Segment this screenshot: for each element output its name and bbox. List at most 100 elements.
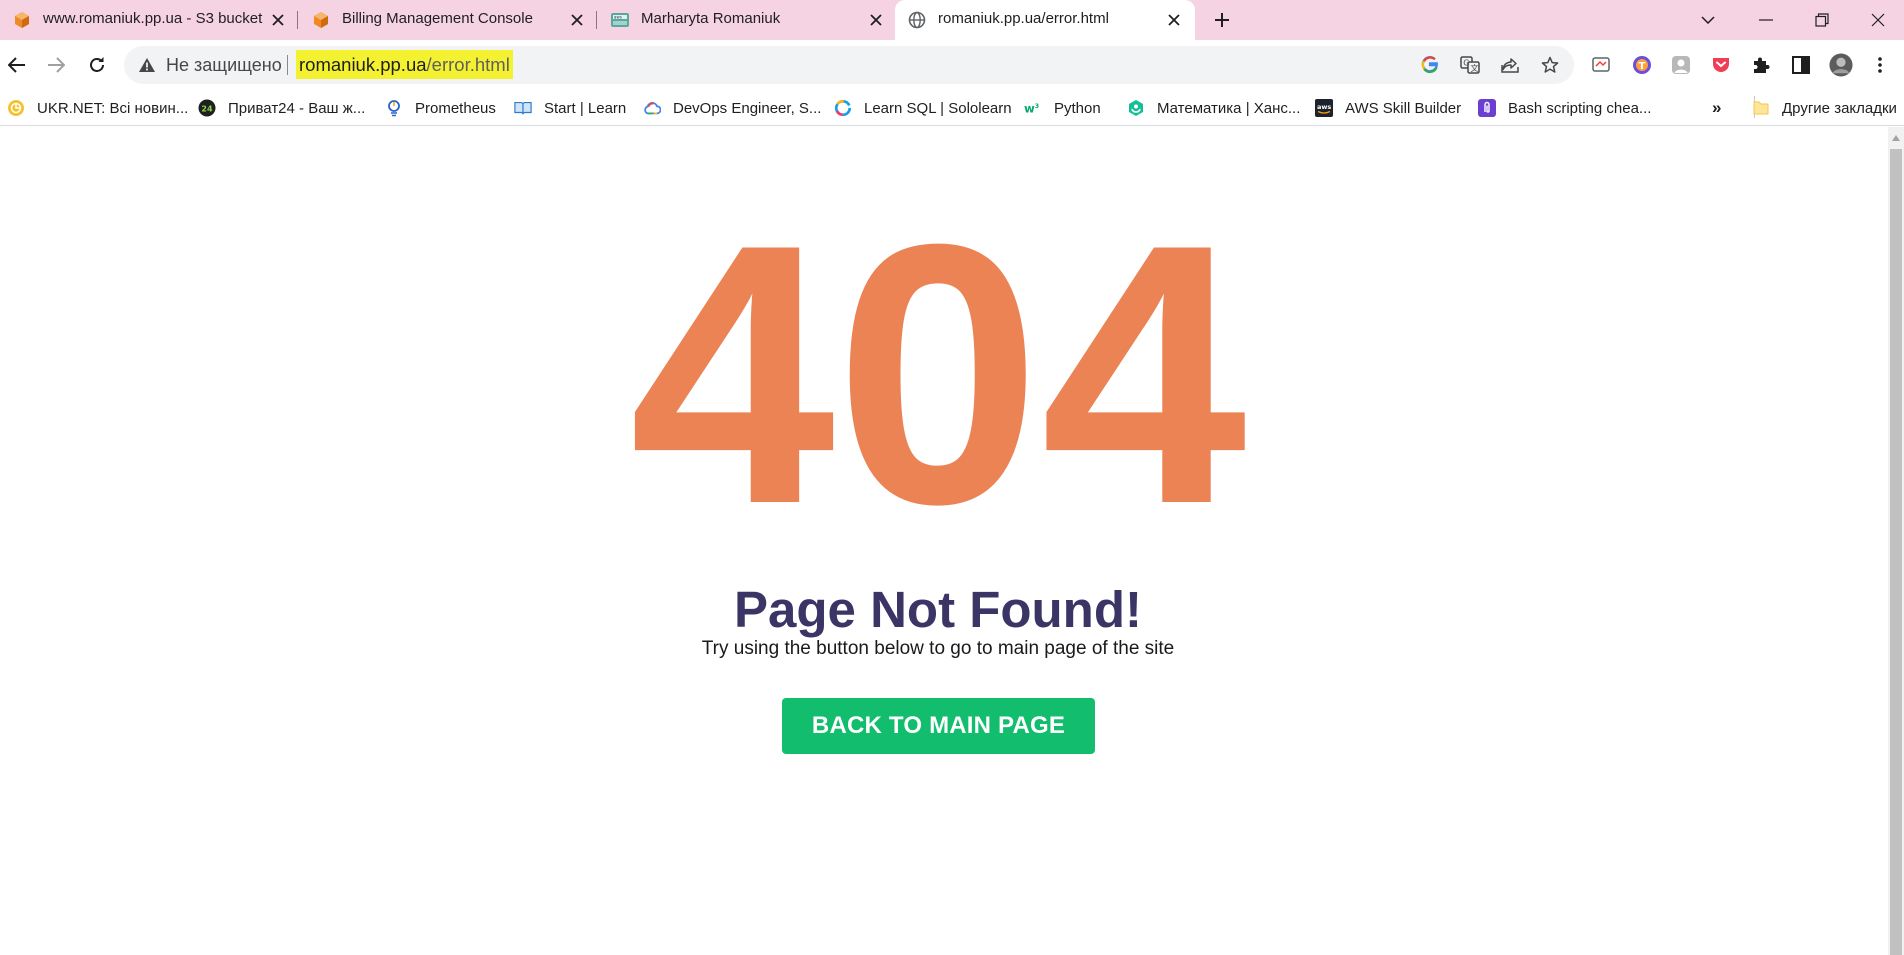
bookmark-python[interactable]: w3 Python	[1024, 95, 1101, 121]
bookmark-prometheus[interactable]: Prometheus	[385, 95, 496, 121]
address-bar[interactable]: Не защищено romaniuk.pp.ua/error.html G文	[124, 46, 1574, 84]
tab-separator	[297, 11, 298, 29]
bookmark-khan[interactable]: Математика | Ханс...	[1127, 95, 1300, 121]
bookmark-label: Python	[1054, 99, 1101, 117]
other-bookmarks-label: Другие закладки	[1782, 99, 1897, 117]
aws-training-icon: aws	[610, 10, 630, 30]
bookmark-label: Prometheus	[415, 99, 496, 117]
bookmark-label: Learn SQL | Sololearn	[864, 99, 1012, 117]
close-tab-icon[interactable]	[268, 10, 288, 30]
scroll-thumb[interactable]	[1890, 149, 1902, 955]
bookmark-ukrnet[interactable]: UKR.NET: Всі новин...	[7, 95, 188, 121]
avatar[interactable]	[1829, 53, 1853, 77]
close-window-button[interactable]	[1854, 0, 1902, 40]
other-bookmarks-folder[interactable]: Другие закладки	[1752, 95, 1897, 121]
tab-title: romaniuk.pp.ua/error.html	[938, 10, 1109, 27]
bookmark-label: Start | Learn	[544, 99, 627, 117]
tab-search-button[interactable]	[1684, 0, 1732, 40]
arrow-left-icon	[8, 57, 25, 73]
svg-text:T: T	[1639, 61, 1646, 72]
forward-button[interactable]	[42, 51, 70, 79]
plus-icon	[1215, 13, 1229, 27]
tab-billing[interactable]: Billing Management Console	[299, 0, 595, 40]
url-text[interactable]: romaniuk.pp.ua/error.html	[296, 50, 513, 79]
khan-academy-icon	[1127, 99, 1145, 117]
bookmark-label: DevOps Engineer, S...	[673, 99, 822, 117]
bookmark-label: AWS Skill Builder	[1345, 99, 1462, 117]
clip-icon	[1478, 99, 1496, 117]
bookmark-label: Bash scripting chea...	[1508, 99, 1652, 117]
svg-text:w: w	[1024, 102, 1035, 116]
profile-extension-icon[interactable]	[1669, 53, 1693, 77]
aws-icon: aws	[1315, 99, 1333, 117]
tab-error-page[interactable]: romaniuk.pp.ua/error.html	[895, 0, 1195, 40]
bookmarks-overflow-button[interactable]: »	[1712, 95, 1721, 121]
svg-text:aws: aws	[1317, 103, 1331, 111]
grammar-extension-icon[interactable]: T	[1630, 53, 1654, 77]
pocket-icon[interactable]	[1709, 53, 1733, 77]
bookmarks-bar: UKR.NET: Всі новин... 24 Приват24 - Ваш …	[0, 90, 1904, 126]
close-tab-icon[interactable]	[567, 10, 587, 30]
not-secure-label[interactable]: Не защищено	[166, 55, 282, 76]
back-to-main-page-button[interactable]: BACK TO MAIN PAGE	[782, 698, 1095, 754]
tab-strip: www.romaniuk.pp.ua - S3 bucket Billing M…	[0, 0, 1904, 40]
svg-text:文: 文	[1471, 63, 1479, 73]
reload-button[interactable]	[83, 51, 111, 79]
ukrnet-icon	[7, 99, 25, 117]
w3schools-icon: w3	[1024, 99, 1042, 117]
bookmark-label: Приват24 - Ваш ж...	[228, 99, 366, 117]
restore-button[interactable]	[1798, 0, 1846, 40]
aws-s3-cube-icon	[12, 10, 32, 30]
puzzle-icon[interactable]	[1749, 53, 1773, 77]
back-button[interactable]	[3, 51, 31, 79]
side-panel-icon[interactable]	[1789, 53, 1813, 77]
svg-text:aws: aws	[614, 15, 622, 20]
aws-cube-icon	[311, 10, 331, 30]
svg-text:G: G	[1463, 59, 1469, 68]
new-tab-button[interactable]	[1198, 0, 1246, 40]
tab-title: Marharyta Romaniuk	[641, 10, 781, 27]
minimize-icon	[1759, 19, 1773, 21]
divider	[287, 55, 288, 75]
privat24-icon: 24	[198, 99, 216, 117]
star-icon[interactable]	[1540, 55, 1560, 75]
learn-book-icon	[514, 99, 532, 117]
bookmark-aws-skill-builder[interactable]: aws AWS Skill Builder	[1315, 95, 1461, 121]
scroll-up-arrow-icon[interactable]	[1892, 135, 1900, 141]
close-tab-icon[interactable]	[866, 10, 886, 30]
tab-title: www.romaniuk.pp.ua - S3 bucket	[43, 10, 263, 27]
folder-icon	[1752, 99, 1770, 117]
svg-text:3: 3	[1035, 103, 1039, 110]
scrollbar[interactable]	[1888, 127, 1904, 955]
bookmark-label: UKR.NET: Всі новин...	[37, 99, 189, 117]
close-tab-icon[interactable]	[1164, 10, 1184, 30]
page-title: Page Not Found!	[734, 581, 1142, 638]
svg-text:24: 24	[201, 104, 213, 113]
restore-icon	[1815, 13, 1829, 27]
cast-icon[interactable]	[1589, 53, 1613, 77]
translate-icon[interactable]: G文	[1460, 55, 1480, 75]
prometheus-icon	[385, 99, 403, 117]
tab-separator	[596, 11, 597, 29]
warning-icon[interactable]	[138, 57, 156, 73]
bookmark-label: Математика | Ханс...	[1157, 99, 1301, 117]
sololearn-icon	[834, 99, 852, 117]
kebab-menu-icon[interactable]	[1868, 53, 1892, 77]
url-path: /error.html	[426, 54, 510, 75]
minimize-button[interactable]	[1742, 0, 1790, 40]
toolbar: Не защищено romaniuk.pp.ua/error.html G文…	[0, 40, 1904, 90]
bookmark-sololearn[interactable]: Learn SQL | Sololearn	[834, 95, 1012, 121]
tab-s3-bucket[interactable]: www.romaniuk.pp.ua - S3 bucket	[0, 0, 296, 40]
url-host: romaniuk.pp.ua	[299, 54, 427, 75]
bookmark-start-learn[interactable]: Start | Learn	[514, 95, 626, 121]
bookmark-privat24[interactable]: 24 Приват24 - Ваш ж...	[198, 95, 365, 121]
bookmark-devops[interactable]: DevOps Engineer, S...	[643, 95, 821, 121]
bookmark-bash[interactable]: Bash scripting chea...	[1478, 95, 1651, 121]
tab-marharyta[interactable]: aws Marharyta Romaniuk	[598, 0, 894, 40]
google-lens-icon[interactable]	[1420, 55, 1440, 75]
share-icon[interactable]	[1500, 55, 1520, 75]
globe-icon	[907, 10, 927, 30]
google-cloud-icon	[643, 99, 661, 117]
tab-title: Billing Management Console	[342, 10, 533, 27]
reload-icon	[90, 57, 104, 72]
